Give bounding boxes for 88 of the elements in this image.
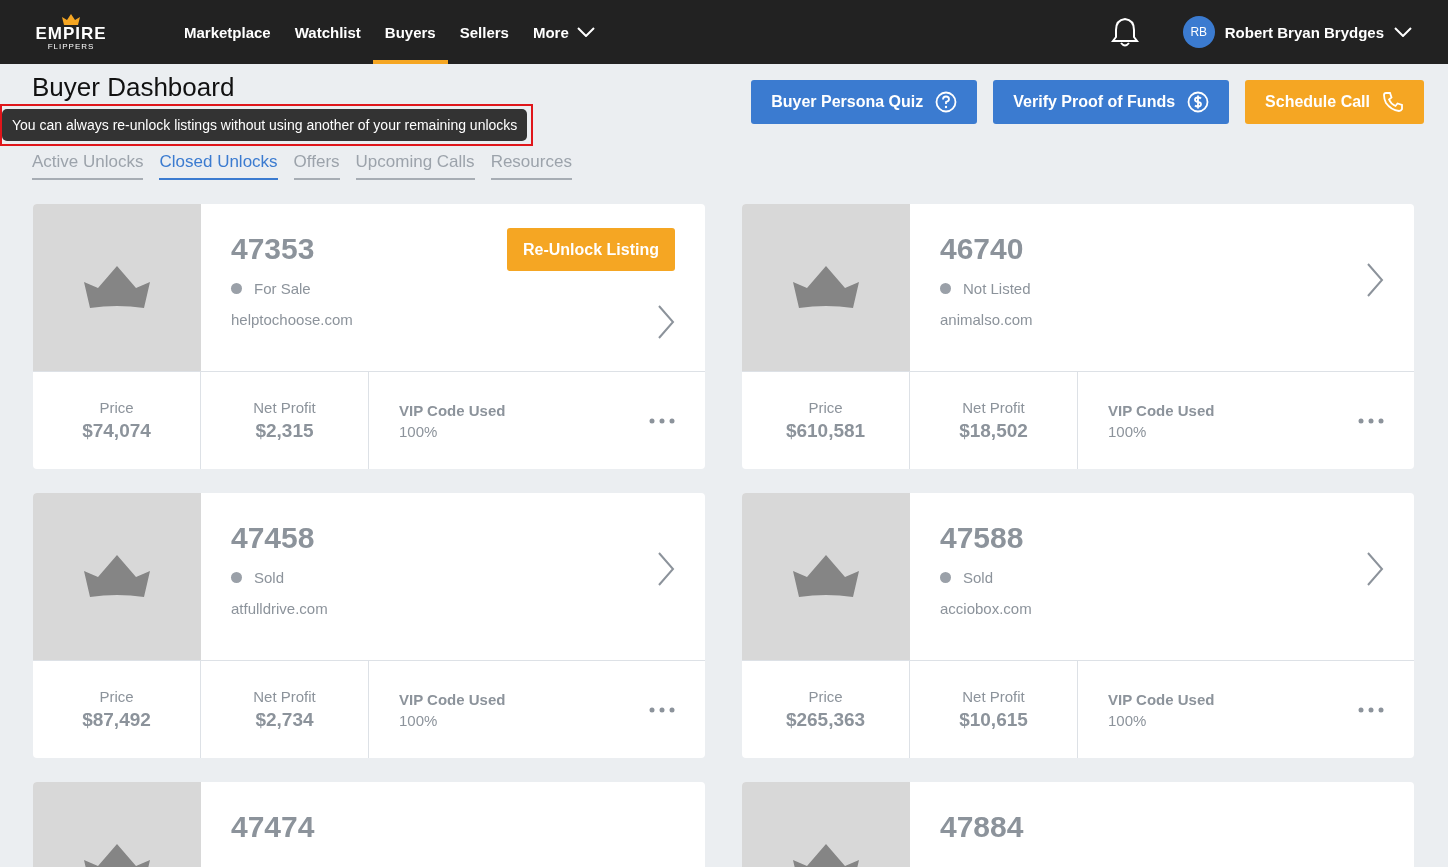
listing-status: Sold: [254, 569, 285, 586]
listing-card[interactable]: 47588 Sold acciobox.com Price $265,363 Net Profit $10,615 VIP Code Used 100%: [742, 493, 1414, 758]
listing-card[interactable]: 47458 Sold atfulldrive.com Price $87,492 Net Profit $2,734 VIP Code Used 100%: [33, 493, 705, 758]
crown-icon: [84, 554, 150, 599]
listing-card[interactable]: 47884: [742, 782, 1414, 867]
more-icon[interactable]: [649, 417, 675, 424]
stat-label: Net Profit: [962, 399, 1025, 416]
nav-link[interactable]: Buyers: [372, 0, 448, 64]
empire-flippers-logo[interactable]: EMPIRE FLIPPERS: [32, 13, 110, 51]
chevron-down-icon[interactable]: [576, 27, 595, 37]
stat-label: Net Profit: [962, 688, 1025, 705]
question-icon: [935, 91, 958, 113]
stat-label: Price: [808, 399, 843, 416]
vip-label: VIP Code Used: [1108, 401, 1215, 419]
listing-number: 47588: [940, 521, 1024, 555]
listing-card[interactable]: 47353 For Sale helptochoose.com Re-Unlock Listing Price $74,074 Net Profit $2,315 VIP Code Used 100%: [33, 204, 705, 469]
tab[interactable]: Resources: [490, 152, 572, 180]
action-button[interactable]: Schedule Call: [1245, 80, 1424, 124]
price-value: $610,581: [785, 420, 866, 442]
vip-label: VIP Code Used: [399, 401, 506, 419]
logo-subtext: FLIPPERS: [47, 41, 95, 51]
chevron-down-icon[interactable]: [1394, 27, 1412, 37]
listing-domain: acciobox.com: [940, 600, 1033, 617]
listing-number: 47458: [231, 521, 315, 555]
more-icon[interactable]: [1358, 706, 1384, 713]
vip-label: VIP Code Used: [399, 690, 506, 708]
dollar-icon: [1187, 91, 1210, 113]
chevron-right-icon[interactable]: [657, 304, 675, 340]
page-title: Buyer Dashboard: [32, 72, 235, 102]
crown-icon: [62, 13, 80, 25]
listing-number: 47353: [231, 232, 315, 266]
tab[interactable]: Upcoming Calls: [355, 152, 475, 180]
listing-number: 47474: [231, 810, 315, 844]
stat-label: Net Profit: [253, 688, 316, 705]
listing-number: 46740: [940, 232, 1024, 266]
status-dot: [231, 283, 242, 294]
vip-value: 100%: [1108, 422, 1148, 440]
vip-value: 100%: [1108, 711, 1148, 729]
nav-link[interactable]: Marketplace: [172, 0, 283, 64]
listing-domain: atfulldrive.com: [231, 600, 329, 617]
nav-link[interactable]: More: [520, 0, 607, 64]
user-name[interactable]: Robert Bryan Brydges: [1224, 23, 1384, 41]
listing-status: Sold: [963, 569, 994, 586]
logo-text: EMPIRE: [35, 24, 107, 42]
vip-label: VIP Code Used: [1108, 690, 1215, 708]
tab[interactable]: Offers: [293, 152, 340, 180]
chevron-right-icon[interactable]: [657, 551, 675, 587]
listing-card[interactable]: 46740 Not Listed animalso.com Price $610,581 Net Profit $18,502 VIP Code Used 100%: [742, 204, 1414, 469]
crown-icon: [793, 554, 859, 599]
crown-icon: [84, 265, 150, 310]
listing-domain: animalso.com: [940, 311, 1034, 328]
stat-label: Net Profit: [253, 399, 316, 416]
chevron-right-icon[interactable]: [1366, 551, 1384, 587]
stat-label: Price: [99, 688, 134, 705]
price-value: $74,074: [82, 420, 151, 442]
net-profit-value: $18,502: [959, 420, 1028, 442]
net-profit-value: $2,315: [255, 420, 314, 442]
tab[interactable]: Closed Unlocks: [159, 152, 278, 180]
vip-value: 100%: [399, 422, 439, 440]
action-button[interactable]: Verify Proof of Funds: [993, 80, 1230, 124]
bell-icon[interactable]: [1110, 17, 1139, 47]
vip-value: 100%: [399, 711, 439, 729]
net-profit-value: $10,615: [959, 709, 1028, 731]
price-value: $87,492: [82, 709, 151, 731]
nav-link[interactable]: Watchlist: [282, 0, 373, 64]
action-button[interactable]: Buyer Persona Quiz: [751, 80, 978, 124]
re-unlock-button[interactable]: Re-Unlock Listing: [507, 228, 675, 271]
crown-icon: [793, 265, 859, 310]
nav-link[interactable]: Sellers: [447, 0, 521, 64]
more-icon[interactable]: [649, 706, 675, 713]
more-icon[interactable]: [1358, 417, 1384, 424]
net-profit-value: $2,734: [255, 709, 314, 731]
status-dot: [940, 283, 951, 294]
user-avatar[interactable]: RB: [1182, 16, 1215, 48]
listing-domain: helptochoose.com: [231, 311, 354, 328]
phone-icon: [1382, 91, 1404, 113]
status-dot: [940, 572, 951, 583]
chevron-right-icon[interactable]: [1366, 262, 1384, 298]
price-value: $265,363: [785, 709, 866, 731]
stat-label: Price: [99, 399, 134, 416]
listing-card[interactable]: 47474: [33, 782, 705, 867]
status-dot: [231, 572, 242, 583]
listing-status: Not Listed: [963, 280, 1031, 297]
stat-label: Price: [808, 688, 843, 705]
listing-number: 47884: [940, 810, 1024, 844]
tooltip: You can always re-unlock listings without using another of your remaining unlocks: [2, 109, 528, 141]
tab[interactable]: Active Unlocks: [32, 152, 144, 180]
listing-status: For Sale: [254, 280, 311, 297]
